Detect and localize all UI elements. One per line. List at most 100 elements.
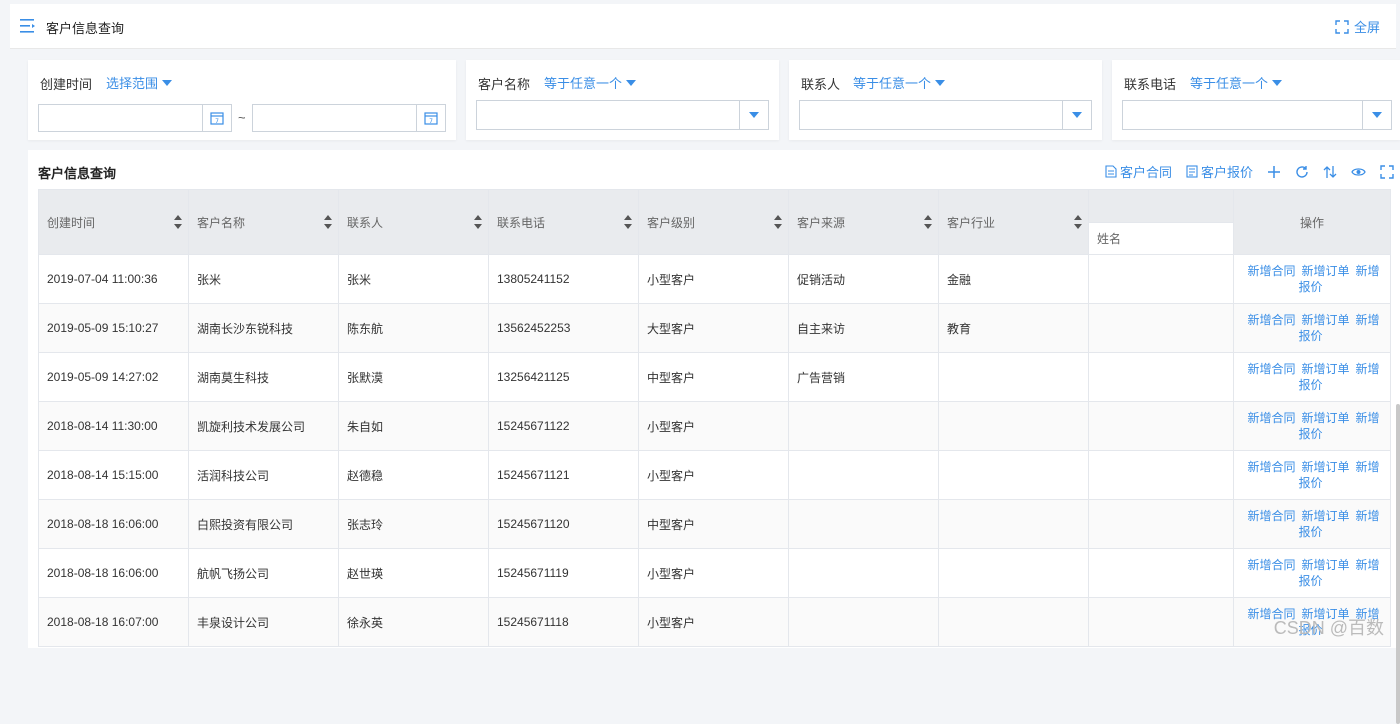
table-cell-actions: 新增合同 新增订单 新增报价 xyxy=(1233,450,1391,500)
table-cell-phone: 15245671121 xyxy=(488,450,639,500)
sort-icon[interactable] xyxy=(1323,165,1337,179)
sort-icon[interactable] xyxy=(774,215,782,229)
dropdown-button[interactable] xyxy=(739,101,768,129)
date-to-input[interactable]: 7 xyxy=(252,104,446,132)
table-cell-phone: 15245671120 xyxy=(488,499,639,549)
column-header-source[interactable]: 客户来源 xyxy=(788,189,939,255)
table-cell-level: 小型客户 xyxy=(638,597,789,647)
filter-operator-contact[interactable]: 等于任意一个 xyxy=(853,73,946,92)
table-cell-created: 2019-07-04 11:00:36 xyxy=(38,254,189,304)
table-cell-actions: 新增合同 新增订单 新增报价 xyxy=(1233,254,1391,304)
add-order-link[interactable]: 新增订单 xyxy=(1301,509,1349,523)
phone-select[interactable] xyxy=(1122,100,1392,130)
filter-operator-phone[interactable]: 等于任意一个 xyxy=(1190,73,1283,92)
grid-title: 客户信息查询 xyxy=(38,166,117,181)
table-cell-person xyxy=(1088,450,1234,500)
table-cell-created: 2018-08-14 11:30:00 xyxy=(38,401,189,451)
add-contract-link[interactable]: 新增合同 xyxy=(1247,264,1295,278)
table-cell-source xyxy=(788,499,939,549)
filter-operator-label: 选择范围 xyxy=(106,76,159,91)
customer-contract-button[interactable]: 客户合同 xyxy=(1105,162,1172,181)
table-cell-actions: 新增合同 新增订单 新增报价 xyxy=(1233,499,1391,549)
add-order-link[interactable]: 新增订单 xyxy=(1301,460,1349,474)
dropdown-button[interactable] xyxy=(1062,101,1091,129)
caret-down-icon xyxy=(162,79,173,86)
add-order-link[interactable]: 新增订单 xyxy=(1301,264,1349,278)
column-header-created[interactable]: 创建时间 xyxy=(38,189,189,255)
column-header-label: 联系电话 xyxy=(497,215,546,230)
add-order-link[interactable]: 新增订单 xyxy=(1301,362,1349,376)
grid-toolbar: 客户合同 客户报价 xyxy=(1105,162,1394,181)
filter-customer-name: 客户名称 等于任意一个 xyxy=(466,60,779,140)
table-cell-industry xyxy=(938,352,1089,402)
caret-down-icon xyxy=(749,112,759,118)
filter-operator-label: 等于任意一个 xyxy=(544,76,623,91)
column-header-name[interactable]: 客户名称 xyxy=(188,189,339,255)
table-row[interactable]: 2018-08-18 16:06:00 白熙投资有限公司 张志玲 1524567112… xyxy=(38,499,1391,549)
table-row[interactable]: 2018-08-14 15:15:00 活润科技公司 赵德稳 15245671121 小… xyxy=(38,450,1391,500)
calendar-icon[interactable]: 7 xyxy=(202,105,231,131)
add-contract-link[interactable]: 新增合同 xyxy=(1247,509,1295,523)
customer-quote-label: 客户报价 xyxy=(1200,165,1253,180)
table-cell-person xyxy=(1088,401,1234,451)
table-cell-person xyxy=(1088,499,1234,549)
vertical-scrollbar[interactable] xyxy=(1396,404,1400,724)
table-row[interactable]: 2018-08-18 16:07:00 丰泉设计公司 徐永英 15245671118 小… xyxy=(38,597,1391,647)
filter-operator-created-time[interactable]: 选择范围 xyxy=(106,73,173,92)
table-cell-level: 小型客户 xyxy=(638,548,789,598)
sort-icon[interactable] xyxy=(924,215,932,229)
add-contract-link[interactable]: 新增合同 xyxy=(1247,362,1295,376)
calendar-icon[interactable]: 7 xyxy=(416,105,445,131)
table-row[interactable]: 2019-07-04 11:00:36 张米 张米 13805241152 小型客户 促销… xyxy=(38,254,1391,304)
fullscreen-button[interactable]: 全屏 xyxy=(1335,17,1380,36)
add-order-link[interactable]: 新增订单 xyxy=(1301,411,1349,425)
fullscreen-icon[interactable] xyxy=(1380,164,1394,179)
table-cell-phone: 15245671122 xyxy=(488,401,639,451)
dropdown-button[interactable] xyxy=(1362,101,1391,129)
table-row[interactable]: 2018-08-14 11:30:00 凯旋利技术发展公司 朱自如 152456711… xyxy=(38,401,1391,451)
filter-operator-customer-name[interactable]: 等于任意一个 xyxy=(544,73,637,92)
add-order-link[interactable]: 新增订单 xyxy=(1301,558,1349,572)
svg-text:7: 7 xyxy=(215,118,219,125)
add-contract-link[interactable]: 新增合同 xyxy=(1247,411,1295,425)
table-cell-created: 2019-05-09 15:10:27 xyxy=(38,303,189,353)
caret-down-icon xyxy=(935,79,946,86)
add-order-link[interactable]: 新增订单 xyxy=(1301,313,1349,327)
table-cell-level: 小型客户 xyxy=(638,254,789,304)
add-icon[interactable] xyxy=(1267,165,1281,179)
sort-icon[interactable] xyxy=(474,215,482,229)
column-header-phone[interactable]: 联系电话 xyxy=(488,189,639,255)
table-cell-actions: 新增合同 新增订单 新增报价 xyxy=(1233,401,1391,451)
table-row[interactable]: 2018-08-18 16:06:00 航帆飞扬公司 赵世瑛 15245671119 小… xyxy=(38,548,1391,598)
filter-label-contact: 联系人 xyxy=(801,77,841,92)
table-cell-name: 白熙投资有限公司 xyxy=(188,499,339,549)
table-row[interactable]: 2019-05-09 14:27:02 湖南莫生科技 张默漠 13256421125 中… xyxy=(38,352,1391,402)
add-contract-link[interactable]: 新增合同 xyxy=(1247,313,1295,327)
sort-icon[interactable] xyxy=(624,215,632,229)
column-header-person-name[interactable]: 姓名 xyxy=(1088,222,1234,255)
table-cell-name: 活润科技公司 xyxy=(188,450,339,500)
filter-label-created-time: 创建时间 xyxy=(40,77,93,92)
refresh-icon[interactable] xyxy=(1295,165,1309,179)
table-cell-person xyxy=(1088,352,1234,402)
contact-select[interactable] xyxy=(799,100,1092,130)
add-contract-link[interactable]: 新增合同 xyxy=(1247,558,1295,572)
column-header-industry[interactable]: 客户行业 xyxy=(938,189,1089,255)
table-cell-source xyxy=(788,597,939,647)
sort-icon[interactable] xyxy=(1074,215,1082,229)
grid-panel: 客户信息查询 客户合同 客户报价 创建时间 客户名称 联系人 联系电话 客户级别… xyxy=(28,150,1400,724)
add-contract-link[interactable]: 新增合同 xyxy=(1247,460,1295,474)
customer-name-select[interactable] xyxy=(476,100,769,130)
column-header-level[interactable]: 客户级别 xyxy=(638,189,789,255)
fullscreen-icon xyxy=(1335,19,1349,34)
column-header-contact[interactable]: 联系人 xyxy=(338,189,489,255)
date-from-input[interactable]: 7 xyxy=(38,104,232,132)
menu-collapse-icon[interactable] xyxy=(20,19,36,33)
customer-quote-button[interactable]: 客户报价 xyxy=(1186,162,1253,181)
column-header-actions: 操作 xyxy=(1233,189,1391,255)
eye-icon[interactable] xyxy=(1351,166,1366,178)
table-row[interactable]: 2019-05-09 15:10:27 湖南长沙东锐科技 陈东航 1356245225… xyxy=(38,303,1391,353)
table-cell-name: 航帆飞扬公司 xyxy=(188,548,339,598)
sort-icon[interactable] xyxy=(324,215,332,229)
sort-icon[interactable] xyxy=(174,215,182,229)
